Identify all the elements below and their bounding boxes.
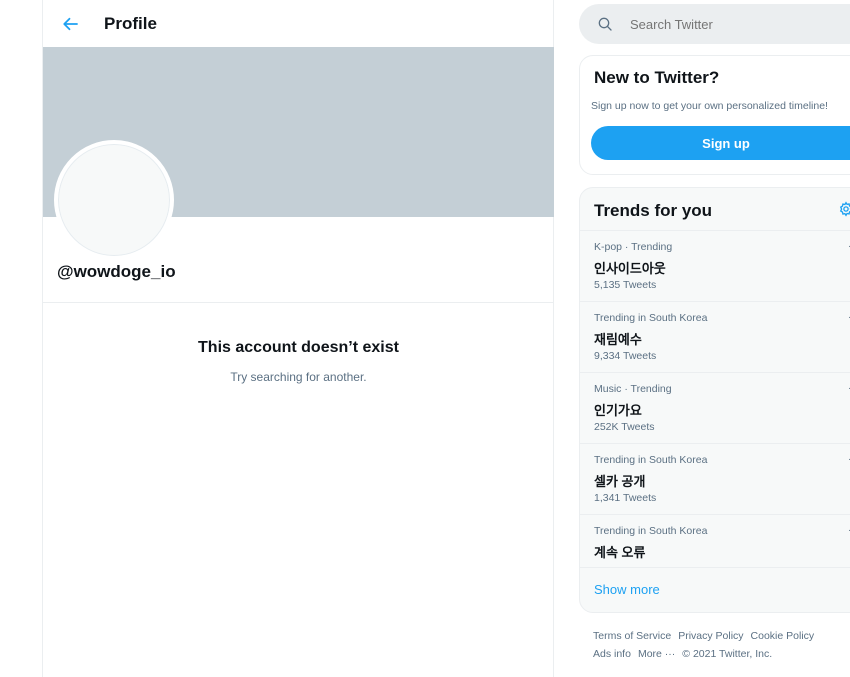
trend-item[interactable]: Trending in South Korea 재림예수 9,334 Tweet… bbox=[580, 301, 850, 372]
main-column: Profile @wowdoge_io This account doesn’t… bbox=[42, 0, 554, 677]
footer-link-terms[interactable]: Terms of Service bbox=[593, 630, 671, 642]
trend-tweet-count: 5,135 Tweets bbox=[594, 279, 657, 291]
new-to-twitter-title: New to Twitter? bbox=[594, 68, 720, 87]
sign-up-button[interactable]: Sign up bbox=[591, 126, 850, 160]
footer-link-ads-info[interactable]: Ads info bbox=[593, 648, 631, 660]
trend-item[interactable]: K-pop · Trending 인사이드아웃 5,135 Tweets ··· bbox=[580, 230, 850, 301]
trend-name: 인사이드아웃 bbox=[594, 261, 666, 276]
trend-context: Trending in South Korea bbox=[594, 525, 708, 537]
search-icon bbox=[597, 16, 613, 32]
trends-card: Trends for you K-pop · Trending 인사이드아웃 5… bbox=[579, 187, 850, 613]
empty-state-subtitle: Try searching for another. bbox=[230, 370, 367, 384]
trend-item[interactable]: Trending in South Korea 셀카 공개 1,341 Twee… bbox=[580, 443, 850, 514]
profile-handle: @wowdoge_io bbox=[57, 262, 176, 281]
trend-name: 인기가요 bbox=[594, 403, 642, 418]
trend-tweet-count: 9,334 Tweets bbox=[594, 350, 657, 362]
page-title: Profile bbox=[104, 13, 157, 33]
search-input[interactable] bbox=[628, 15, 848, 33]
footer-links: Terms of Service Privacy Policy Cookie Pol… bbox=[593, 627, 843, 663]
footer-link-privacy[interactable]: Privacy Policy bbox=[678, 630, 743, 642]
trend-item[interactable]: Music · Trending 인기가요 252K Tweets ··· bbox=[580, 372, 850, 443]
avatar bbox=[54, 140, 174, 260]
new-to-twitter-subtitle: Sign up now to get your own personalized… bbox=[591, 100, 828, 112]
trend-name: 셀카 공개 bbox=[594, 474, 646, 489]
trend-context: Trending in South Korea bbox=[594, 312, 708, 324]
footer-link-more[interactable]: More ··· bbox=[638, 648, 675, 660]
trend-tweet-count: 252K Tweets bbox=[594, 421, 655, 433]
gear-icon[interactable] bbox=[838, 201, 850, 217]
trend-name: 재림예수 bbox=[594, 332, 642, 347]
trend-context: Trending in South Korea bbox=[594, 454, 708, 466]
empty-state-title: This account doesn’t exist bbox=[198, 339, 399, 356]
footer-link-cookies[interactable]: Cookie Policy bbox=[751, 630, 815, 642]
trend-context: K-pop · Trending bbox=[594, 241, 673, 253]
divider bbox=[43, 302, 554, 303]
search-bar[interactable] bbox=[579, 4, 850, 44]
new-to-twitter-card: New to Twitter? Sign up now to get your … bbox=[579, 55, 850, 175]
copyright: © 2021 Twitter, Inc. bbox=[682, 648, 773, 660]
back-arrow-icon[interactable] bbox=[61, 14, 81, 34]
profile-header: Profile bbox=[43, 0, 553, 47]
trend-item[interactable]: Trending in South Korea 계속 오류 ··· bbox=[580, 514, 850, 567]
trend-context: Music · Trending bbox=[594, 383, 672, 395]
show-more-link[interactable]: Show more bbox=[594, 582, 660, 597]
divider bbox=[580, 567, 850, 568]
trend-tweet-count: 1,341 Tweets bbox=[594, 492, 657, 504]
trend-name: 계속 오류 bbox=[594, 545, 646, 560]
trends-title: Trends for you bbox=[594, 201, 713, 220]
